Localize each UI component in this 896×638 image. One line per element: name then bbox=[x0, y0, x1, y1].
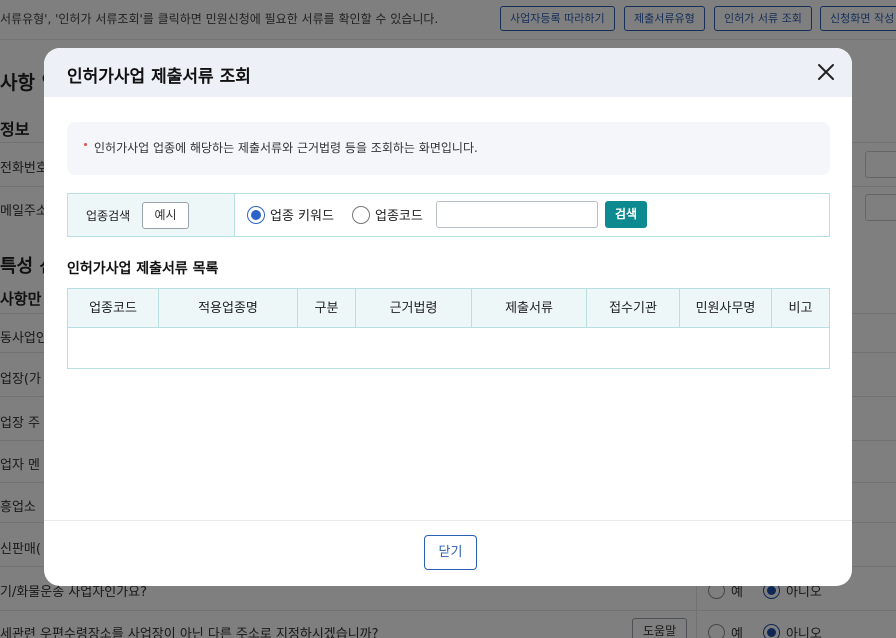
radio-keyword-label: 업종 키워드 bbox=[270, 209, 334, 224]
info-box: 인허가사업 업종에 해당하는 제출서류와 근거법령 등을 조회하는 화면입니다. bbox=[67, 122, 830, 175]
search-label: 업종검색 bbox=[86, 209, 131, 223]
table-header: 업종코드 적용업종명 구분 근거법령 제출서류 접수기관 민원사무명 비고 bbox=[68, 289, 829, 328]
radio-industry-code-label: 업종코드 bbox=[375, 209, 423, 224]
column-header: 민원사무명 bbox=[680, 289, 772, 328]
column-header: 구분 bbox=[298, 289, 356, 328]
list-title: 인허가사업 제출서류 목록 bbox=[67, 261, 219, 277]
radio-keyword-indicator[interactable] bbox=[247, 205, 265, 224]
modal-header: 인허가사업 제출서류 조회 bbox=[44, 48, 852, 97]
footer-divider bbox=[44, 520, 852, 521]
radio-industry-code-indicator[interactable] bbox=[352, 205, 370, 224]
column-header: 업종코드 bbox=[68, 289, 159, 328]
search-button[interactable]: 검색 bbox=[605, 201, 647, 228]
example-button[interactable]: 예시 bbox=[142, 202, 189, 229]
close-button[interactable]: 닫기 bbox=[424, 535, 477, 570]
radio-industry-code[interactable]: 업종코드 bbox=[352, 205, 423, 224]
search-label-cell: 업종검색 예시 bbox=[68, 194, 235, 236]
radio-keyword[interactable]: 업종 키워드 bbox=[247, 205, 334, 224]
search-input[interactable] bbox=[436, 201, 598, 228]
bullet-icon bbox=[84, 143, 87, 146]
modal-title: 인허가사업 제출서류 조회 bbox=[67, 67, 251, 87]
close-icon[interactable] bbox=[816, 62, 836, 82]
documents-table: 업종코드 적용업종명 구분 근거법령 제출서류 접수기관 민원사무명 비고 bbox=[67, 288, 830, 369]
permit-documents-modal: 인허가사업 제출서류 조회 인허가사업 업종에 해당하는 제출서류와 근거법령 … bbox=[44, 48, 852, 586]
column-header: 비고 bbox=[788, 301, 813, 316]
column-header: 적용업종명 bbox=[159, 289, 298, 328]
info-text: 인허가사업 업종에 해당하는 제출서류와 근거법령 등을 조회하는 화면입니다. bbox=[94, 141, 478, 155]
column-header: 근거법령 bbox=[356, 289, 472, 328]
search-row: 업종검색 예시 업종 키워드 업종코드 검색 bbox=[67, 193, 830, 237]
column-header: 제출서류 bbox=[472, 289, 587, 328]
table-empty-row bbox=[68, 329, 829, 368]
column-header: 접수기관 bbox=[587, 289, 680, 328]
